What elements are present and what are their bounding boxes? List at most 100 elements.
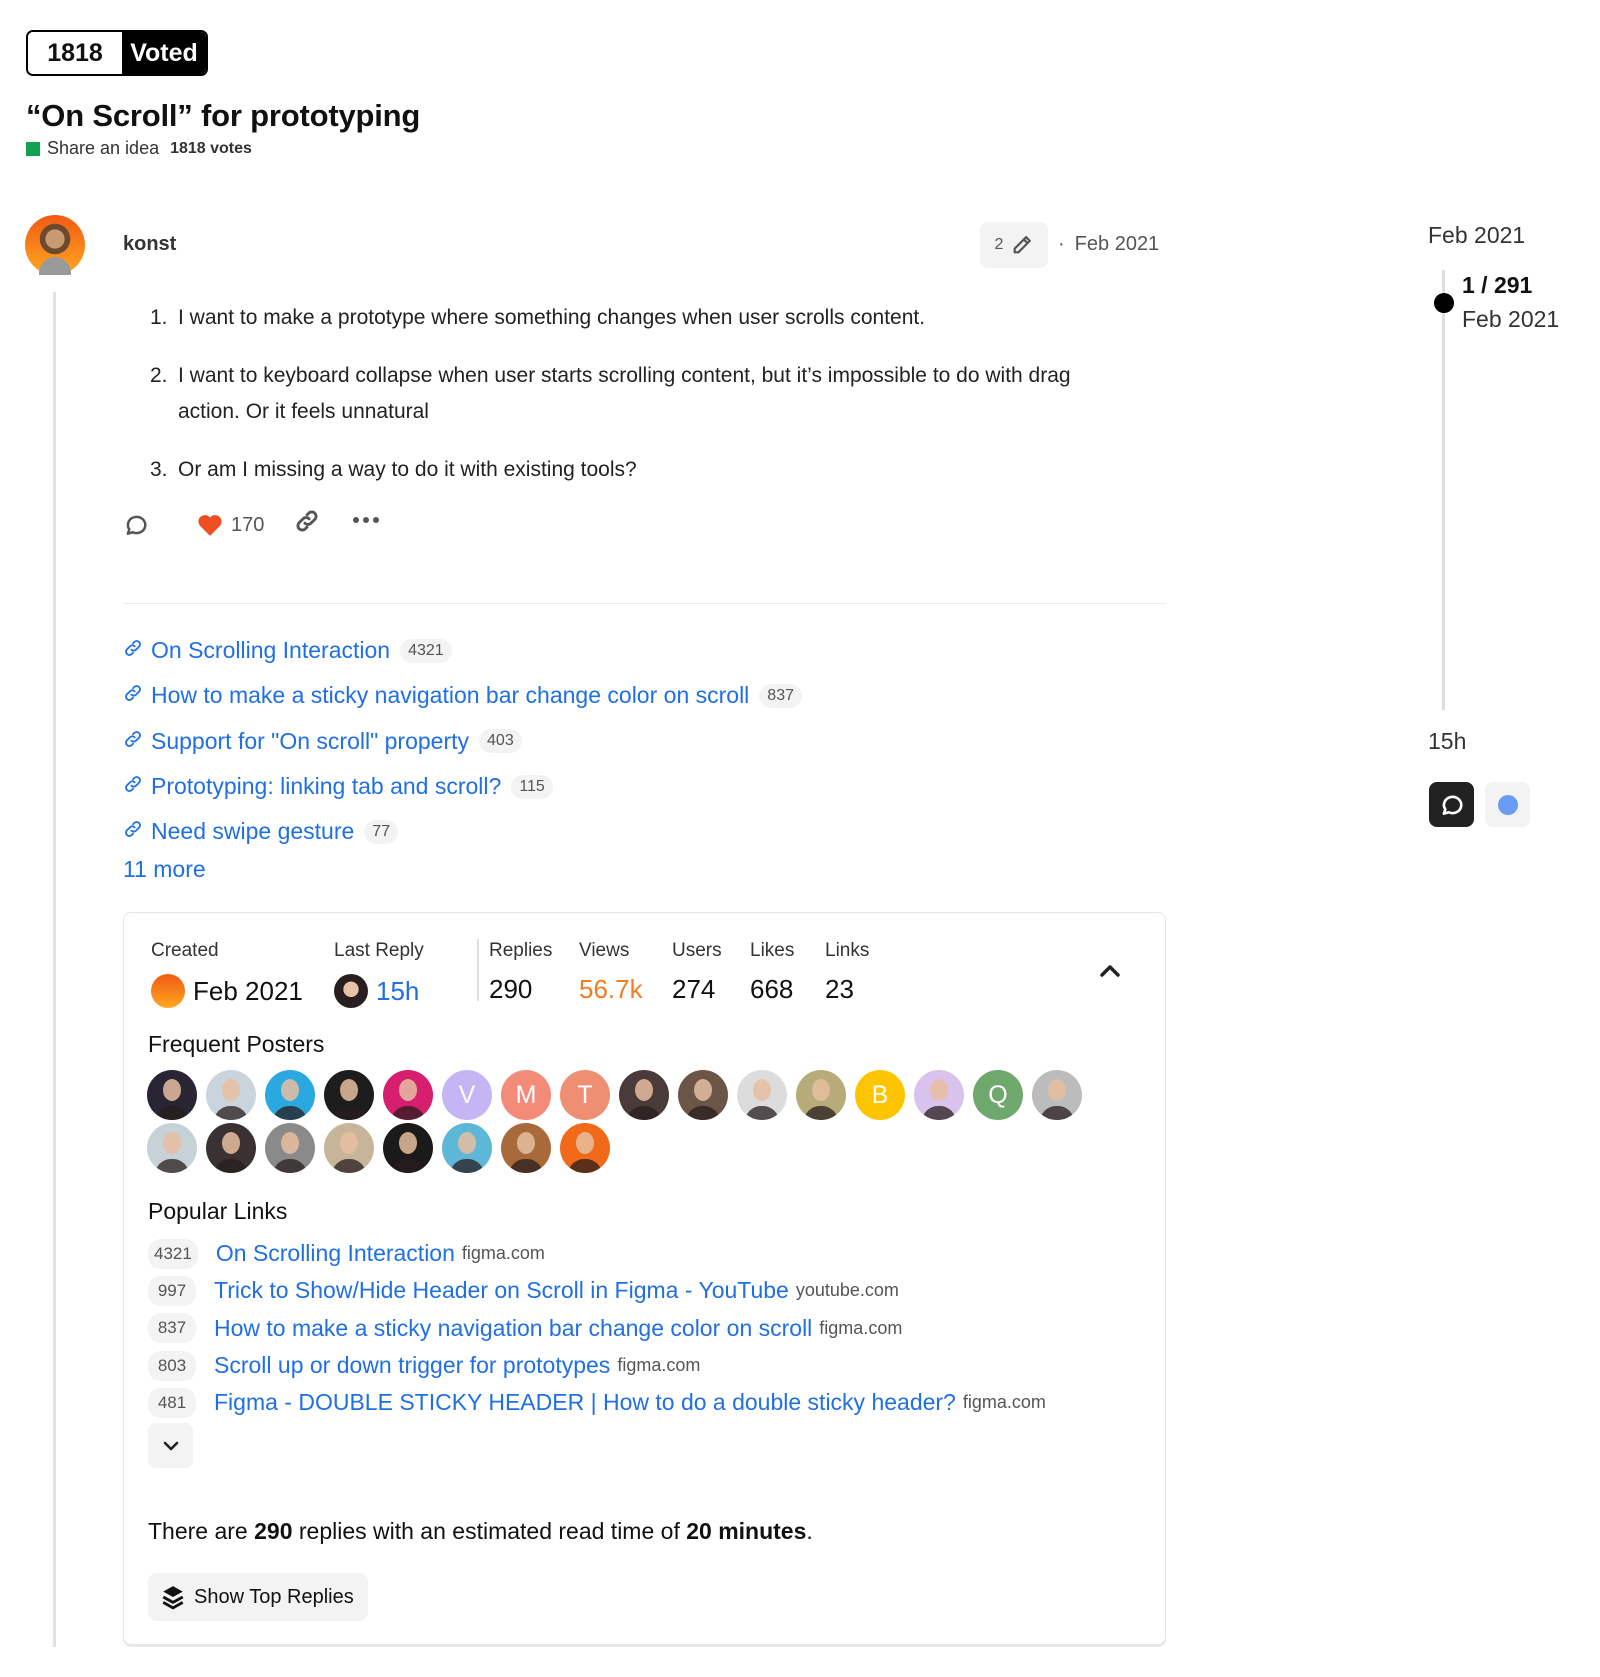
poster-avatar[interactable] <box>206 1070 256 1120</box>
click-count: 115 <box>511 774 553 799</box>
vote-button[interactable]: 1818 Voted <box>26 30 208 76</box>
link-domain: figma.com <box>962 1392 1046 1413</box>
share-link-button[interactable] <box>294 508 320 534</box>
stat-value[interactable]: Feb 2021 <box>151 974 303 1008</box>
timeline-position: 1 / 291 <box>1462 272 1533 298</box>
linked-topic-item: Support for "On scroll" property 403 <box>123 719 802 764</box>
linked-topic-item: Need swipe gesture 77 <box>123 809 802 854</box>
post-author-avatar[interactable] <box>25 215 85 275</box>
link-icon <box>123 774 143 799</box>
tracking-dot-icon <box>1497 794 1518 815</box>
click-count: 837 <box>759 683 802 708</box>
popular-link[interactable]: Scroll up or down trigger for prototypes <box>214 1352 610 1379</box>
post-body-item: 3. Or am I missing a way to do it with ex… <box>150 452 1080 488</box>
linked-topic-link[interactable]: Need swipe gesture <box>151 818 354 845</box>
stat-separator <box>477 939 479 1001</box>
link-domain: figma.com <box>819 1317 903 1338</box>
link-domain: figma.com <box>617 1355 701 1376</box>
poster-avatar[interactable] <box>383 1070 433 1120</box>
show-more-links[interactable]: 11 more <box>123 856 802 883</box>
linked-topic-link[interactable]: On Scrolling Interaction <box>151 637 390 664</box>
layers-icon <box>162 1586 184 1610</box>
poster-avatar[interactable] <box>796 1070 846 1120</box>
stat-value: 23 <box>825 974 854 1004</box>
poster-avatar[interactable] <box>914 1070 964 1120</box>
click-count: 4321 <box>400 638 452 663</box>
list-text: I want to keyboard collapse when user st… <box>178 364 1071 423</box>
poster-avatar[interactable] <box>324 1123 374 1173</box>
popular-link-item: 997 Trick to Show/Hide Header on Scroll … <box>148 1272 1046 1309</box>
pencil-icon <box>1014 236 1032 254</box>
like-button[interactable]: 170 <box>197 513 264 537</box>
notification-level-button[interactable] <box>1485 782 1530 827</box>
stat-likes: Likes 668 <box>750 940 794 1005</box>
poster-avatar[interactable] <box>147 1070 197 1120</box>
stat-value: 274 <box>672 974 716 1004</box>
linked-topic-link[interactable]: Support for "On scroll" property <box>151 728 469 755</box>
poster-avatar[interactable] <box>678 1070 728 1120</box>
click-count: 77 <box>364 819 399 844</box>
stat-label: Views <box>579 940 630 961</box>
popular-link[interactable]: Figma - DOUBLE STICKY HEADER | How to do… <box>214 1389 956 1416</box>
edit-count: 2 <box>994 236 1004 253</box>
stat-label: Last Reply <box>334 940 424 961</box>
stat-value[interactable]: 15h <box>334 974 424 1008</box>
poster-avatar[interactable] <box>147 1123 197 1173</box>
chevron-down-icon <box>163 1441 178 1450</box>
popular-link[interactable]: Trick to Show/Hide Header on Scroll in F… <box>214 1277 789 1304</box>
poster-avatar[interactable] <box>265 1123 315 1173</box>
popular-link[interactable]: How to make a sticky navigation bar chan… <box>214 1315 812 1342</box>
link-icon <box>296 510 318 532</box>
post-body: 1. I want to make a prototype where somet… <box>150 300 1080 510</box>
linked-topic-link[interactable]: Prototyping: linking tab and scroll? <box>151 773 501 800</box>
poster-avatar[interactable] <box>501 1123 551 1173</box>
timeline-end-label[interactable]: 15h <box>1428 728 1466 755</box>
topic-summary: Created Feb 2021 Last Reply 15h Replies … <box>123 912 1166 1645</box>
poster-avatar[interactable] <box>265 1070 315 1120</box>
timeline-start-date[interactable]: Feb 2021 <box>1428 222 1525 249</box>
collapse-summary-button[interactable] <box>1094 955 1126 987</box>
poster-avatar[interactable] <box>442 1123 492 1173</box>
timeline-scroll-handle[interactable] <box>1434 293 1454 313</box>
post-date[interactable]: · Feb 2021 <box>1058 233 1159 256</box>
popular-link[interactable]: On Scrolling Interaction <box>216 1240 455 1267</box>
stat-last-reply: Last Reply 15h <box>334 940 424 1008</box>
post-body-item: 2. I want to keyboard collapse when user … <box>150 358 1080 430</box>
list-text: I want to make a prototype where somethi… <box>178 306 926 329</box>
poster-avatar[interactable] <box>619 1070 669 1120</box>
stat-replies: Replies 290 <box>489 940 552 1005</box>
poster-avatar[interactable]: V <box>442 1070 492 1120</box>
poster-avatar[interactable] <box>1032 1070 1082 1120</box>
popular-links-heading: Popular Links <box>148 1198 288 1224</box>
post-actions: 170 <box>123 510 380 538</box>
reply-icon <box>126 515 147 535</box>
poster-avatar[interactable] <box>324 1070 374 1120</box>
category-link[interactable]: Share an idea <box>47 138 159 159</box>
reply-button[interactable] <box>123 512 149 538</box>
linked-topic-link[interactable]: How to make a sticky navigation bar chan… <box>151 682 749 709</box>
stat-label: Links <box>825 940 870 961</box>
timeline-scrollbar-track[interactable] <box>1442 270 1445 710</box>
poster-avatar[interactable]: Q <box>973 1070 1023 1120</box>
stat-views: Views 56.7k <box>579 940 643 1005</box>
show-top-replies-button[interactable]: Show Top Replies <box>148 1573 368 1621</box>
poster-avatar[interactable]: M <box>501 1070 551 1120</box>
poster-avatar[interactable] <box>560 1123 610 1173</box>
poster-avatar[interactable] <box>737 1070 787 1120</box>
poster-avatar[interactable]: B <box>855 1070 905 1120</box>
more-icon <box>353 517 380 523</box>
poster-avatar[interactable] <box>206 1123 256 1173</box>
more-actions-button[interactable] <box>352 516 380 524</box>
click-count: 837 <box>148 1313 196 1344</box>
timeline-reply-button[interactable] <box>1429 782 1474 827</box>
stat-value: 290 <box>489 974 533 1004</box>
post-author-username[interactable]: konst <box>123 233 176 256</box>
poster-avatar[interactable]: T <box>560 1070 610 1120</box>
click-count: 803 <box>148 1350 196 1381</box>
link-domain: figma.com <box>461 1243 545 1264</box>
edit-history-button[interactable]: 2 <box>980 222 1048 268</box>
poster-avatar[interactable] <box>383 1123 433 1173</box>
topic-title: “On Scroll” for prototyping <box>26 98 421 133</box>
expand-popular-links-button[interactable] <box>148 1423 193 1468</box>
link-icon <box>123 729 143 754</box>
